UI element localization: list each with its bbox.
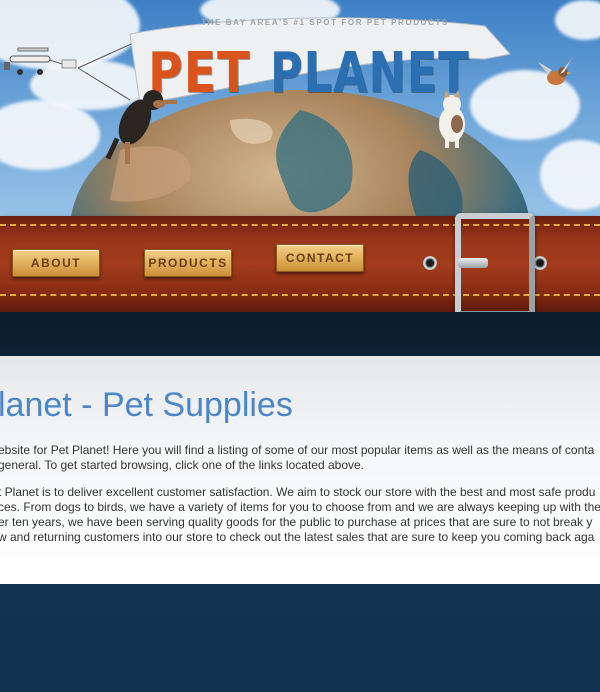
buckle-prong-icon: [458, 258, 488, 268]
collar-grommet-icon: [423, 256, 437, 270]
page-title-text: lanet - Pet Supplies: [0, 386, 293, 424]
collar-grommet-icon: [533, 256, 547, 270]
mission-line-3: er ten years, we have been serving quali…: [0, 515, 593, 529]
mission-line-1: t Planet is to deliver excellent custome…: [0, 485, 596, 499]
header-sky: THE BAY AREA'S #1 SPOT FOR PET PRODUCTS …: [0, 0, 600, 230]
intro-line-2: general. To get started browsing, click …: [0, 458, 364, 472]
dog-image: [105, 90, 177, 164]
header-shadow-band: [0, 312, 600, 356]
nav-about-button[interactable]: ABOUT: [12, 249, 100, 277]
logo-tagline: THE BAY AREA'S #1 SPOT FOR PET PRODUCTS: [201, 18, 449, 27]
mission-line-4: w and returning customers into our store…: [0, 530, 595, 544]
footer-background: [0, 584, 600, 692]
mission-line-2: ces. From dogs to birds, we have a varie…: [0, 500, 600, 514]
intro-line-1: ebsite for Pet Planet! Here you will fin…: [0, 443, 595, 457]
nav-contact-button[interactable]: CONTACT: [276, 244, 364, 272]
bird-image: [538, 57, 573, 85]
nav-products-button[interactable]: PRODUCTS: [144, 249, 232, 277]
page-title: lanet - Pet Supplies: [0, 386, 293, 425]
content-panel: lanet - Pet Supplies ebsite for Pet Plan…: [0, 356, 600, 584]
airplane-icon: [4, 47, 77, 75]
cat-image: [439, 90, 465, 148]
